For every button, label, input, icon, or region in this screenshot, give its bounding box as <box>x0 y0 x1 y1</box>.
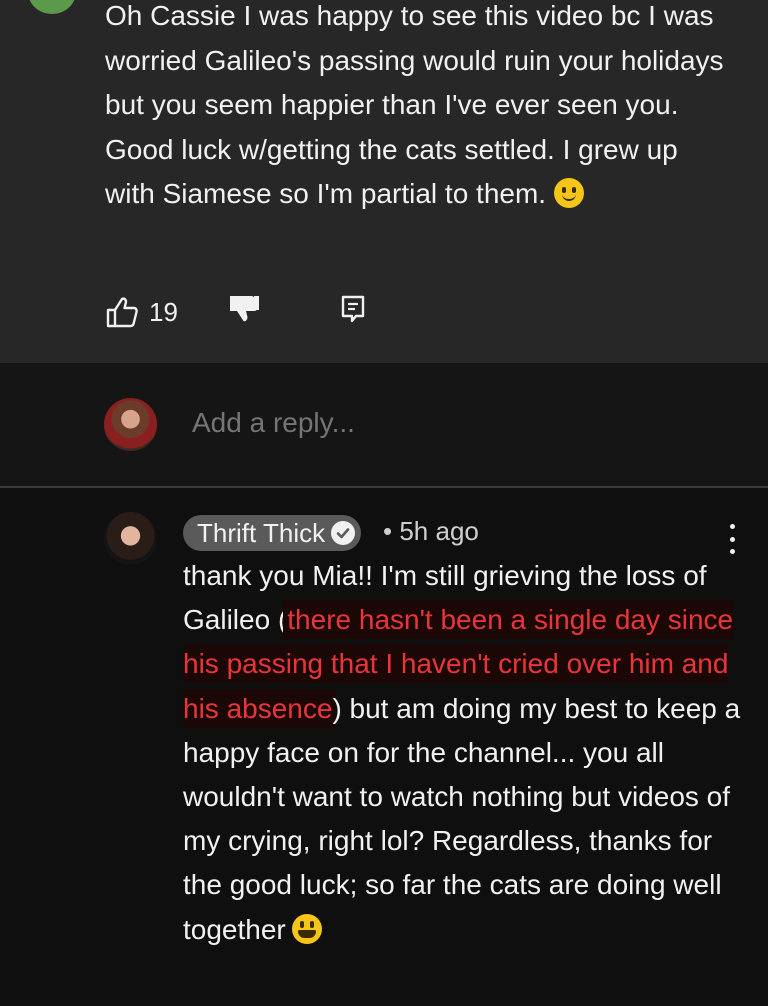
author-badge[interactable]: Thrift Thick <box>183 515 362 551</box>
commenter-avatar[interactable] <box>28 0 76 14</box>
dislike-button[interactable] <box>227 294 261 324</box>
add-reply-input[interactable] <box>192 407 672 439</box>
more-options-button[interactable] <box>726 524 738 554</box>
reply-author-avatar[interactable] <box>104 512 157 565</box>
grinning-face-emoji-icon <box>291 913 322 944</box>
reply-meta: • 5h ago <box>383 516 479 547</box>
thumbs-up-icon <box>106 297 138 328</box>
smiling-face-emoji-icon <box>554 178 585 208</box>
reply-button[interactable] <box>340 294 366 324</box>
more-dot-icon <box>729 536 735 542</box>
comment-body: Oh Cassie I was happy to see this video … <box>105 0 724 209</box>
comment-text: Oh Cassie I was happy to see this video … <box>105 0 735 217</box>
reply-comment: Thrift Thick • 5h ago thank you Mia!! I'… <box>0 488 768 1006</box>
meta-separator: • <box>383 516 393 546</box>
parent-comment: Oh Cassie I was happy to see this video … <box>0 0 768 363</box>
like-button[interactable]: 19 <box>105 296 178 328</box>
reply-text: thank you Mia!! I'm still grieving the l… <box>183 554 743 952</box>
verified-check-icon <box>331 521 356 545</box>
timestamp: 5h ago <box>399 516 479 546</box>
more-dot-icon <box>729 524 735 529</box>
add-reply-row <box>0 363 768 487</box>
user-avatar <box>104 398 157 451</box>
author-name: Thrift Thick <box>197 517 326 548</box>
thumbs-down-icon <box>230 296 259 322</box>
reply-text-after: ) but am doing my best to keep a happy f… <box>183 692 741 945</box>
comment-actions: 19 <box>105 292 365 332</box>
like-count: 19 <box>149 296 178 327</box>
comment-icon <box>341 295 365 323</box>
